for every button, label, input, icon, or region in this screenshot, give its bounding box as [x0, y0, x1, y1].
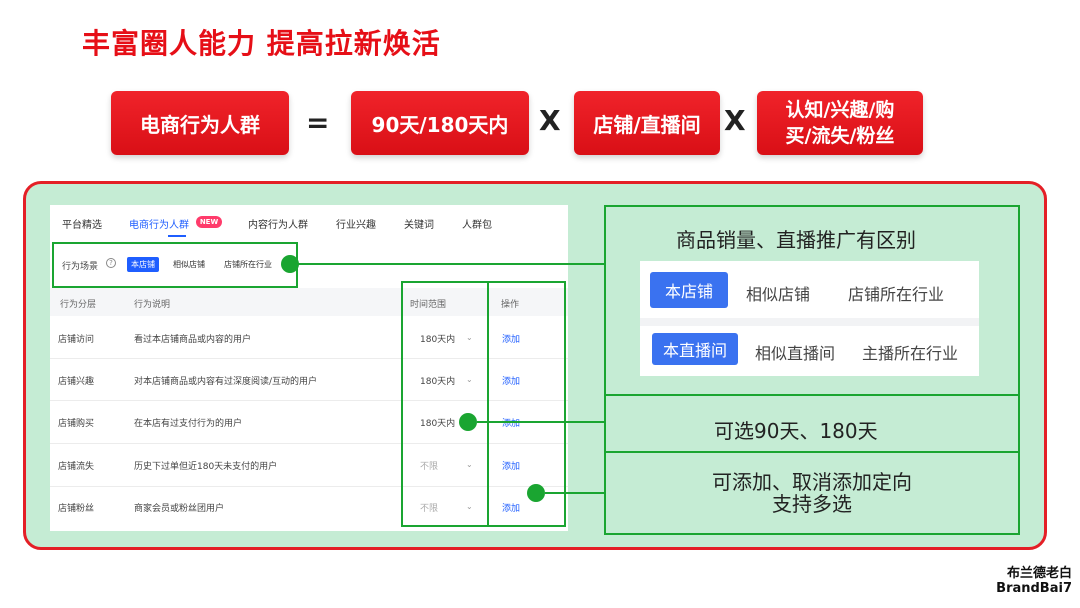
row-layer: 店铺流失	[58, 462, 95, 472]
times-sign-1: X	[539, 104, 561, 137]
tab-audience-pack[interactable]: 人群包	[462, 216, 492, 231]
demo-chip-host-industry: 主播所在行业	[862, 344, 959, 363]
tab-platform-picks[interactable]: 平台精选	[62, 216, 102, 231]
formula-term-time-label: 90天/180天内	[371, 112, 509, 137]
feature-action-line1: 可添加、取消添加定向	[712, 470, 912, 494]
demo-divider	[640, 318, 979, 326]
connector-scene	[298, 263, 612, 265]
row-desc: 历史下过单但近180天未支付的用户	[134, 462, 278, 472]
feature-title-action: 可添加、取消添加定向 支持多选	[604, 471, 1020, 515]
formula-term-behavior: 认知/兴趣/购 买/流失/粉丝	[757, 91, 923, 155]
marker-dot-time	[459, 413, 477, 431]
demo-chip-similar-shop: 相似店铺	[746, 285, 811, 304]
col-header-desc: 行为说明	[134, 300, 171, 310]
brand-logo: 布兰德老白 BrandBai7	[996, 566, 1072, 596]
times-sign-2: X	[724, 104, 746, 137]
new-badge: NEW	[196, 216, 222, 228]
tab-keywords[interactable]: 关键词	[404, 216, 434, 231]
formula-term-scene-label: 店铺/直播间	[593, 112, 701, 137]
page-title: 丰富圈人能力 提高拉新焕活	[82, 27, 441, 60]
row-desc: 商家会员或粉丝团用户	[134, 504, 225, 514]
active-tab-indicator	[168, 235, 186, 237]
formula-term-scene: 店铺/直播间	[574, 91, 720, 155]
row-layer: 店铺粉丝	[58, 504, 95, 514]
row-layer: 店铺兴趣	[58, 377, 95, 387]
row-layer: 店铺访问	[58, 335, 95, 345]
feature-title-time: 可选90天、180天	[714, 419, 878, 443]
formula-lhs-label: 电商行为人群	[140, 112, 260, 137]
scene-chip-own-shop[interactable]: 本店铺	[127, 257, 159, 272]
equals-sign: =	[306, 106, 330, 139]
connector-action	[545, 492, 606, 494]
scene-chip-similar-shop[interactable]: 相似店铺	[173, 259, 205, 270]
formula-lhs: 电商行为人群	[111, 91, 289, 155]
tab-content-behavior[interactable]: 内容行为人群	[248, 216, 308, 231]
brand-logo-en: BrandBai7	[996, 581, 1072, 596]
marker-dot-action	[527, 484, 545, 502]
demo-chip-own-shop: 本店铺	[650, 272, 728, 308]
brand-logo-cn: 布兰德老白	[1006, 566, 1072, 581]
scene-label: 行为场景	[62, 262, 99, 272]
col-header-layer: 行为分层	[60, 300, 97, 310]
help-icon[interactable]: ?	[106, 258, 116, 268]
formula-term-behavior-line2: 买/流失/粉丝	[785, 125, 895, 147]
time-column-highlight	[401, 281, 489, 527]
tab-industry-interest[interactable]: 行业兴趣	[336, 216, 376, 231]
feature-title-scene: 商品销量、直播推广有区别	[676, 228, 916, 252]
row-desc: 在本店有过支付行为的用户	[134, 419, 243, 429]
connector-time	[477, 421, 606, 423]
help-icon-glyph: ?	[109, 259, 113, 267]
formula-term-behavior-line1: 认知/兴趣/购	[785, 99, 895, 121]
demo-chip-shop-industry: 店铺所在行业	[848, 285, 945, 304]
row-desc: 对本店铺商品或内容有过深度阅读/互动的用户	[134, 377, 318, 387]
demo-chip-similar-live: 相似直播间	[755, 344, 836, 363]
row-desc: 看过本店铺商品或内容的用户	[134, 335, 252, 345]
row-layer: 店铺购买	[58, 419, 95, 429]
tab-ecommerce-behavior[interactable]: 电商行为人群	[129, 216, 189, 231]
feature-action-line2: 支持多选	[772, 492, 852, 516]
marker-dot-scene	[281, 255, 299, 273]
formula-term-time: 90天/180天内	[351, 91, 529, 155]
scene-chip-shop-industry[interactable]: 店铺所在行业	[224, 259, 272, 270]
demo-chip-own-live: 本直播间	[652, 333, 738, 365]
